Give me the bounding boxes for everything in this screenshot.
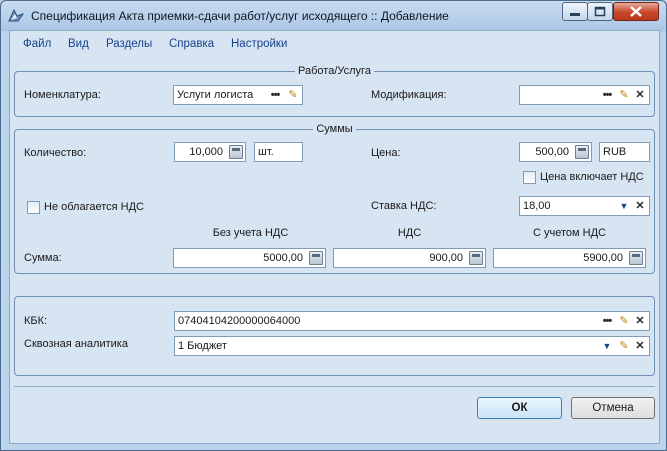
cancel-button[interactable]: Отмена (571, 397, 655, 419)
window-title: Спецификация Акта приемки-сдачи работ/ус… (31, 9, 449, 23)
vat-rate-clear-icon[interactable]: ✕ (632, 198, 648, 214)
modification-label: Модификация: (371, 89, 447, 101)
nomenclature-select-dots-icon[interactable]: ••• (267, 87, 283, 103)
menu-bar: Файл Вид Разделы Справка Настройки (10, 31, 659, 57)
column-header-without-vat: Без учета НДС (212, 227, 289, 239)
sum-without-vat-calculator-icon[interactable] (309, 251, 323, 265)
sum-without-vat-value: 5000,00 (263, 252, 303, 264)
price-calculator-icon[interactable] (575, 145, 589, 159)
menu-sections[interactable]: Разделы (106, 38, 152, 50)
minimize-button[interactable] (562, 2, 588, 21)
footer-separator (14, 386, 655, 387)
title-bar[interactable]: Спецификация Акта приемки-сдачи работ/ус… (1, 1, 666, 29)
through-analytics-edit-icon[interactable]: ✎ (616, 338, 632, 354)
kbk-edit-icon[interactable]: ✎ (616, 313, 632, 329)
nomenclature-field[interactable]: Услуги логиста ••• ✎ (173, 85, 303, 105)
minimize-icon (570, 13, 580, 16)
vat-rate-dropdown-icon[interactable]: ▼ (616, 198, 632, 214)
price-field[interactable]: 500,00 (519, 142, 592, 162)
quantity-label: Количество: (24, 147, 87, 159)
column-header-vat: НДС (397, 227, 422, 239)
modification-field[interactable]: ••• ✎ ✕ (519, 85, 650, 105)
sum-label: Сумма: (24, 252, 62, 264)
sum-vat-calculator-icon[interactable] (469, 251, 483, 265)
sum-vat-field[interactable]: 900,00 (333, 248, 486, 268)
kbk-value: 07404104200000064000 (178, 315, 301, 327)
app-icon (8, 8, 24, 22)
menu-view[interactable]: Вид (68, 38, 89, 50)
menu-file[interactable]: Файл (23, 38, 51, 50)
vat-rate-label: Ставка НДС: (371, 200, 437, 212)
sum-with-vat-value: 5900,00 (583, 252, 623, 264)
dialog-client-area: Файл Вид Разделы Справка Настройки Работ… (9, 30, 660, 444)
kbk-clear-icon[interactable]: ✕ (632, 313, 648, 329)
kbk-select-dots-icon[interactable]: ••• (599, 313, 615, 329)
column-header-with-vat: С учетом НДС (533, 227, 606, 239)
work-service-group-title: Работа/Услуга (295, 65, 374, 77)
quantity-value: 10,000 (189, 146, 223, 158)
vat-rate-select[interactable]: 18,00 ▼ ✕ (519, 196, 650, 216)
kbk-label: КБК: (24, 315, 48, 327)
sum-vat-value: 900,00 (429, 252, 463, 264)
vat-rate-value: 18,00 (523, 200, 551, 212)
price-value: 500,00 (535, 146, 569, 158)
sum-with-vat-calculator-icon[interactable] (629, 251, 643, 265)
currency-value: RUB (603, 146, 627, 158)
modification-edit-icon[interactable]: ✎ (616, 87, 632, 103)
close-button[interactable] (613, 2, 659, 21)
currency-field[interactable]: RUB (599, 142, 650, 162)
sums-group-title: Суммы (313, 123, 356, 135)
through-analytics-label: Сквозная аналитика (24, 338, 128, 350)
through-analytics-clear-icon[interactable]: ✕ (632, 338, 648, 354)
quantity-calculator-icon[interactable] (229, 145, 243, 159)
no-vat-checkbox[interactable] (27, 201, 40, 214)
sum-with-vat-field[interactable]: 5900,00 (493, 248, 646, 268)
work-service-group: Работа/Услуга Номенклатура: Услуги логис… (14, 65, 655, 117)
unit-value: шт. (258, 146, 274, 158)
analytics-group: КБК: 07404104200000064000 ••• ✎ ✕ Сквозн… (14, 296, 655, 376)
through-analytics-value: 1 Бюджет (178, 340, 227, 352)
maximize-button[interactable] (587, 2, 613, 21)
sum-without-vat-field[interactable]: 5000,00 (173, 248, 326, 268)
quantity-field[interactable]: 10,000 (174, 142, 246, 162)
close-icon (630, 6, 642, 17)
ok-button[interactable]: ОК (477, 397, 562, 419)
modification-clear-icon[interactable]: ✕ (632, 87, 648, 103)
maximize-icon (594, 6, 606, 17)
through-analytics-select[interactable]: 1 Бюджет ▼ ✎ ✕ (174, 336, 650, 356)
price-label: Цена: (371, 147, 401, 159)
price-includes-vat-label[interactable]: Цена включает НДС (540, 171, 644, 183)
sums-group: Суммы Количество: 10,000 шт. Цена: 500,0… (14, 123, 655, 274)
dialog-window: Спецификация Акта приемки-сдачи работ/ус… (0, 0, 667, 451)
menu-help[interactable]: Справка (169, 38, 214, 50)
nomenclature-edit-icon[interactable]: ✎ (285, 87, 301, 103)
no-vat-label[interactable]: Не облагается НДС (44, 201, 144, 213)
nomenclature-label: Номенклатура: (24, 89, 101, 101)
menu-settings[interactable]: Настройки (231, 38, 287, 50)
unit-field[interactable]: шт. (254, 142, 303, 162)
modification-select-dots-icon[interactable]: ••• (599, 87, 615, 103)
price-includes-vat-checkbox[interactable] (523, 171, 536, 184)
kbk-field[interactable]: 07404104200000064000 ••• ✎ ✕ (174, 311, 650, 331)
nomenclature-value: Услуги логиста (177, 89, 254, 101)
through-analytics-dropdown-icon[interactable]: ▼ (599, 338, 615, 354)
